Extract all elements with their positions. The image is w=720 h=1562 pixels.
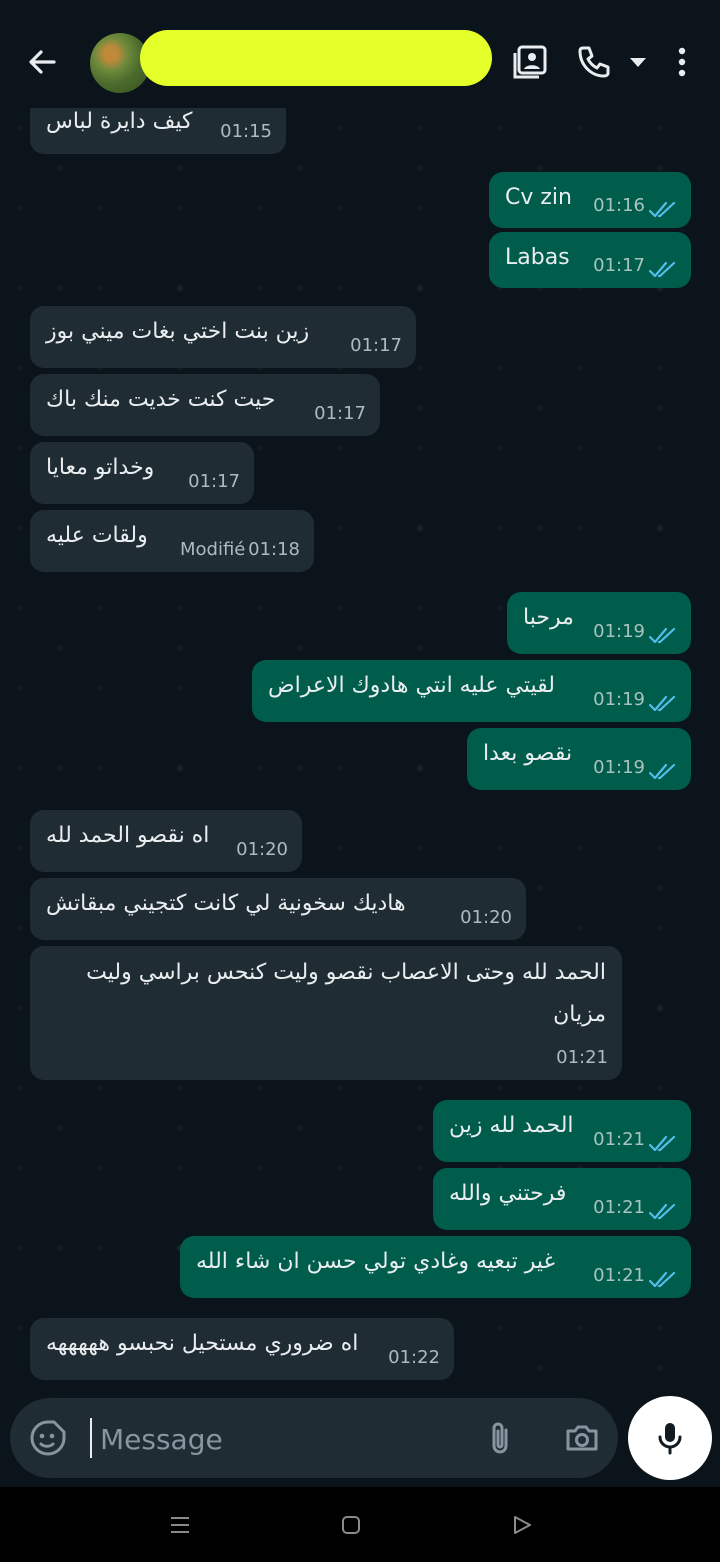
message-text: الحمد لله وحتى الاعصاب نقصو وليت كنحس بر… — [86, 960, 606, 1027]
more-options-icon[interactable] — [662, 42, 702, 82]
message-text: لقيتي عليه انتي هادوك الاعراض — [268, 673, 555, 698]
message-list[interactable]: كيف دايرة لباس 01:15 Cv zin 01:16 Labas … — [0, 108, 720, 1392]
message-text: مرحبا — [523, 605, 574, 630]
message-bubble-incoming[interactable]: اه نقصو الحمد لله 01:20 — [30, 810, 302, 872]
message-time: 01:19 — [593, 621, 645, 642]
message-time: 01:17 — [188, 471, 240, 492]
message-bubble-incoming[interactable]: اه ضروري مستحيل نحبسو هههههه 01:22 — [30, 1318, 454, 1380]
contact-name-redacted[interactable] — [140, 30, 492, 86]
camera-icon[interactable] — [562, 1418, 602, 1458]
attach-paperclip-icon[interactable] — [480, 1418, 520, 1458]
back-triangle-icon[interactable] — [510, 1513, 534, 1537]
message-text: غير تبعيه وغادي تولي حسن ان شاء الله — [196, 1249, 556, 1274]
message-time: 01:21 — [556, 1047, 608, 1068]
message-composer[interactable] — [10, 1398, 618, 1478]
system-navigation-bar — [0, 1487, 720, 1562]
message-text: زين بنت اختي بغات ميني بوز — [46, 319, 310, 344]
message-bubble-incoming[interactable]: الحمد لله وحتى الاعصاب نقصو وليت كنحس بر… — [30, 946, 622, 1080]
recent-apps-icon[interactable] — [168, 1513, 192, 1537]
message-time: 01:20 — [236, 839, 288, 860]
message-time: 01:18 — [248, 539, 300, 560]
sticker-emoji-icon[interactable] — [28, 1418, 68, 1458]
message-bubble-outgoing[interactable]: لقيتي عليه انتي هادوك الاعراض 01:19 — [252, 660, 691, 722]
message-bubble-outgoing[interactable]: الحمد لله زين 01:21 — [433, 1100, 691, 1162]
message-time: 01:17 — [593, 255, 645, 276]
message-bubble-incoming[interactable]: ولقات عليه Modifié 01:18 — [30, 510, 314, 572]
read-receipt-icon — [649, 1135, 676, 1152]
message-time: 01:17 — [350, 335, 402, 356]
message-bubble-outgoing[interactable]: Cv zin 01:16 — [489, 172, 691, 228]
message-text: اه ضروري مستحيل نحبسو هههههه — [46, 1331, 359, 1356]
voice-call-icon[interactable] — [574, 42, 614, 82]
text-cursor — [90, 1418, 92, 1458]
message-time: 01:17 — [314, 403, 366, 424]
read-receipt-icon — [649, 1203, 676, 1220]
microphone-icon — [658, 1423, 682, 1455]
message-time: 01:22 — [388, 1347, 440, 1368]
message-text: ولقات عليه — [46, 523, 148, 548]
message-bubble-outgoing[interactable]: نقصو بعدا 01:19 — [467, 728, 691, 790]
message-text: Cv zin — [505, 185, 572, 210]
message-bubble-outgoing[interactable]: مرحبا 01:19 — [507, 592, 691, 654]
home-icon[interactable] — [339, 1513, 363, 1537]
message-input[interactable] — [98, 1414, 462, 1464]
message-text: الحمد لله زين — [449, 1113, 574, 1138]
message-time: 01:20 — [460, 907, 512, 928]
read-receipt-icon — [649, 1271, 676, 1288]
message-text: فرحتني والله — [449, 1181, 567, 1206]
message-bubble-outgoing[interactable]: Labas 01:17 — [489, 232, 691, 288]
message-text: حيت كنت خديت منك باك — [46, 387, 276, 412]
read-receipt-icon — [649, 695, 676, 712]
call-dropdown-chevron-icon[interactable] — [620, 42, 660, 82]
back-arrow-icon[interactable] — [24, 44, 60, 80]
read-receipt-icon — [649, 201, 676, 218]
message-time: 01:19 — [593, 757, 645, 778]
voice-message-button[interactable] — [628, 1396, 712, 1480]
message-bubble-incoming[interactable]: حيت كنت خديت منك باك 01:17 — [30, 374, 380, 436]
message-time: 01:21 — [593, 1265, 645, 1286]
message-bubble-outgoing[interactable]: فرحتني والله 01:21 — [433, 1168, 691, 1230]
message-text: كيف دايرة لباس — [46, 109, 193, 134]
message-bubble-incoming[interactable]: وخداتو معايا 01:17 — [30, 442, 254, 504]
read-receipt-icon — [649, 763, 676, 780]
edited-label: Modifié — [180, 539, 246, 560]
message-text: هاديك سخونية لي كانت كتجيني مبقاتش — [46, 891, 406, 916]
message-time: 01:16 — [593, 195, 645, 216]
chat-header — [0, 0, 720, 108]
message-time: 01:15 — [220, 121, 272, 142]
message-text: نقصو بعدا — [483, 741, 573, 766]
contact-card-icon[interactable] — [510, 42, 550, 82]
message-bubble-outgoing[interactable]: غير تبعيه وغادي تولي حسن ان شاء الله 01:… — [180, 1236, 691, 1298]
message-bubble-incoming[interactable]: كيف دايرة لباس 01:15 — [30, 108, 286, 154]
read-receipt-icon — [649, 261, 676, 278]
message-time: 01:21 — [593, 1197, 645, 1218]
message-text: وخداتو معايا — [46, 455, 155, 480]
message-bubble-incoming[interactable]: هاديك سخونية لي كانت كتجيني مبقاتش 01:20 — [30, 878, 526, 940]
message-bubble-incoming[interactable]: زين بنت اختي بغات ميني بوز 01:17 — [30, 306, 416, 368]
message-time: 01:19 — [593, 689, 645, 710]
read-receipt-icon — [649, 627, 676, 644]
message-time: 01:21 — [593, 1129, 645, 1150]
message-text: اه نقصو الحمد لله — [46, 823, 210, 848]
message-text: Labas — [505, 245, 570, 270]
